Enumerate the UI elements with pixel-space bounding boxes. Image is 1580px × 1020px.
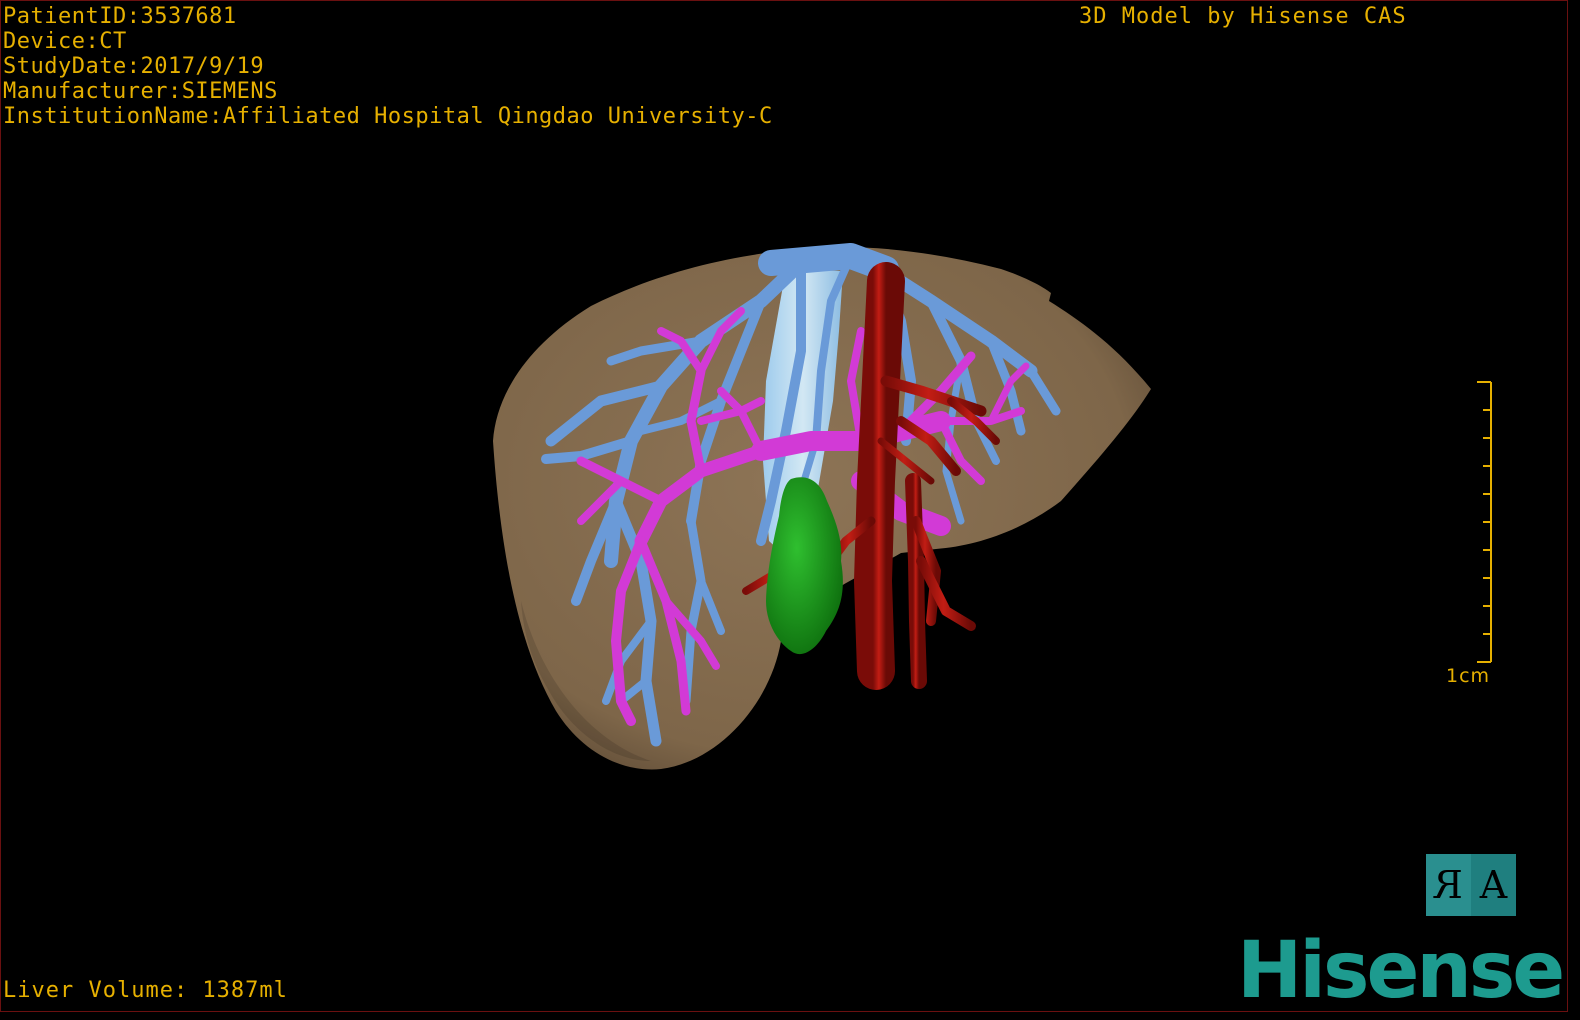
institution-label: InstitutionName: bbox=[3, 104, 223, 129]
institution-value: Affiliated Hospital Qingdao University-C bbox=[222, 104, 773, 129]
patient-id-value: 3537681 bbox=[140, 4, 237, 29]
model-title: 3D Model by Hisense CAS bbox=[1079, 4, 1407, 29]
manufacturer-value: SIEMENS bbox=[181, 79, 278, 104]
patient-id-line: PatientID:3537681 bbox=[3, 4, 237, 29]
device-label: Device: bbox=[3, 29, 100, 54]
study-date-label: StudyDate: bbox=[3, 54, 141, 79]
manufacturer-label: Manufacturer: bbox=[3, 79, 182, 104]
study-date-line: StudyDate:2017/9/19 bbox=[3, 54, 264, 79]
3d-viewport[interactable]: PatientID:3537681 Device:CT StudyDate:20… bbox=[0, 0, 1568, 1012]
orientation-marker[interactable]: R A bbox=[1426, 854, 1516, 916]
scale-label: 1cm bbox=[1446, 665, 1491, 687]
orientation-right-glyph: A bbox=[1479, 863, 1508, 907]
study-date-value: 2017/9/19 bbox=[140, 54, 265, 79]
liver-volume-readout: Liver Volume: 1387ml bbox=[3, 978, 288, 1003]
patient-id-label: PatientID: bbox=[3, 4, 141, 29]
brand-logo: Hisense bbox=[1237, 926, 1565, 1012]
institution-line: InstitutionName:Affiliated Hospital Qing… bbox=[3, 104, 773, 129]
device-line: Device:CT bbox=[3, 29, 127, 54]
orientation-left-glyph: R bbox=[1426, 854, 1471, 916]
device-value: CT bbox=[99, 29, 127, 54]
liver-3d-model[interactable] bbox=[1, 1, 1567, 1011]
manufacturer-line: Manufacturer:SIEMENS bbox=[3, 79, 278, 104]
scale-bar bbox=[1477, 381, 1492, 663]
